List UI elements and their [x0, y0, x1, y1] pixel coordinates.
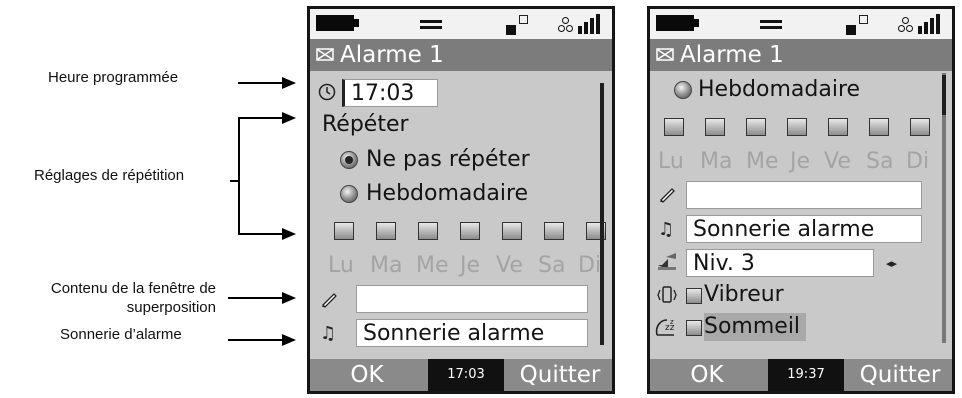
day-checkbox-je[interactable]	[460, 222, 480, 240]
day-checkbox-lu[interactable]	[664, 118, 684, 136]
menu-icon	[420, 20, 442, 29]
volume-icon	[656, 251, 678, 277]
ringtone-field[interactable]: Sonnerie alarme	[356, 319, 588, 347]
soft-key-bar: OK 19:37 Quitter	[650, 359, 952, 391]
status-bar	[310, 9, 612, 39]
volume-field[interactable]: Niv. 3	[686, 249, 874, 277]
music-note-icon: ♫	[320, 323, 337, 344]
day-checkbox-lu[interactable]	[334, 222, 354, 240]
pencil-icon	[320, 290, 338, 314]
popup-content-input[interactable]	[356, 285, 588, 313]
day-label-lu: Lu	[658, 149, 684, 174]
clock-icon	[318, 83, 336, 107]
day-checkbox-me[interactable]	[418, 222, 438, 240]
day-label-je: Je	[790, 149, 811, 174]
battery-icon	[656, 15, 699, 31]
quit-button[interactable]: Quitter	[508, 359, 612, 391]
day-label-di: Di	[906, 149, 930, 174]
repeat-label: Répéter	[322, 112, 409, 137]
scrollbar[interactable]	[600, 83, 604, 345]
day-label-ma: Ma	[370, 253, 403, 278]
day-label-ma: Ma	[700, 149, 733, 174]
bracket-dash	[230, 180, 238, 182]
ringtone-field[interactable]: Sonnerie alarme	[686, 215, 922, 243]
callout-contenu-line2: superposition	[126, 299, 216, 316]
arrow-heure	[238, 77, 296, 89]
day-checkbox-ve[interactable]	[502, 222, 522, 240]
alarm-icon	[316, 48, 334, 61]
status-clock: 17:03	[428, 359, 504, 391]
window-title: Alarme 1	[680, 42, 784, 68]
arrow-repetition-top	[238, 112, 296, 124]
battery-icon	[316, 15, 359, 31]
pencil-icon	[658, 185, 676, 209]
day-label-sa: Sa	[866, 149, 894, 174]
snooze-icon: zz z	[654, 317, 678, 345]
ok-button[interactable]: OK	[650, 359, 764, 391]
callout-contenu-fenetre: Contenu de la fenêtre de superposition	[6, 279, 216, 317]
title-bar: Alarme 1	[650, 39, 952, 71]
arrow-repetition-bottom	[238, 228, 296, 240]
scrollbar-thumb[interactable]	[942, 75, 946, 115]
day-checkbox-sa[interactable]	[869, 118, 889, 136]
day-checkbox-ve[interactable]	[828, 118, 848, 136]
menu-icon	[760, 20, 782, 29]
popup-content-input[interactable]	[686, 181, 922, 209]
callout-contenu-line1: Contenu de la fenêtre de	[50, 280, 216, 297]
snooze-label: Sommeil	[704, 313, 807, 341]
day-label-ve: Ve	[824, 149, 851, 174]
option-weekly-label: Hebdomadaire	[698, 77, 861, 102]
day-label-di: Di	[578, 253, 602, 278]
quit-button[interactable]: Quitter	[848, 359, 952, 391]
radio-no-repeat[interactable]	[340, 151, 358, 169]
arrow-contenu	[228, 292, 296, 304]
vibrate-label: Vibreur	[704, 282, 784, 307]
option-no-repeat-label: Ne pas répéter	[366, 147, 530, 172]
signal-icon	[558, 13, 606, 35]
callout-reglages-repetition: Réglages de répétition	[34, 167, 185, 184]
time-input[interactable]: 17:03	[342, 79, 438, 107]
window-title: Alarme 1	[340, 42, 444, 68]
vibrate-icon	[656, 285, 678, 311]
day-label-me: Me	[746, 149, 779, 174]
status-clock: 19:37	[768, 359, 844, 391]
day-label-je: Je	[460, 253, 481, 278]
status-bar	[650, 9, 952, 39]
left-right-arrows-icon[interactable]: ◂▸	[886, 253, 897, 275]
radio-weekly[interactable]	[340, 185, 358, 203]
alarm-icon	[656, 48, 674, 61]
phone-screen-left: Alarme 1 17:03 Répéter Ne pas répéter He…	[307, 6, 615, 394]
day-checkbox-ma[interactable]	[705, 118, 725, 136]
day-checkbox-je[interactable]	[787, 118, 807, 136]
network-icon	[506, 15, 528, 35]
callout-sonnerie: Sonnerie d’alarme	[60, 326, 182, 343]
title-bar: Alarme 1	[310, 39, 612, 71]
radio-weekly[interactable]	[674, 81, 692, 99]
ok-button[interactable]: OK	[310, 359, 424, 391]
day-label-me: Me	[416, 253, 449, 278]
soft-key-bar: OK 17:03 Quitter	[310, 359, 612, 391]
day-label-ve: Ve	[496, 253, 523, 278]
day-checkbox-di[interactable]	[910, 118, 930, 136]
vibrate-checkbox[interactable]	[686, 288, 702, 304]
day-label-sa: Sa	[538, 253, 566, 278]
day-checkbox-sa[interactable]	[544, 222, 564, 240]
phone-screen-right: Alarme 1 Hebdomadaire Lu Ma Me Je Ve Sa …	[647, 6, 955, 394]
signal-icon	[898, 13, 946, 35]
network-icon	[846, 15, 868, 35]
option-weekly-label: Hebdomadaire	[366, 181, 529, 206]
music-note-icon: ♫	[658, 219, 675, 240]
day-checkbox-ma[interactable]	[376, 222, 396, 240]
svg-text:z: z	[670, 318, 674, 326]
day-checkbox-me[interactable]	[746, 118, 766, 136]
callout-heure-programmee: Heure programmée	[48, 69, 179, 86]
bracket-vertical	[238, 117, 240, 235]
snooze-checkbox[interactable]	[686, 320, 702, 336]
arrow-sonnerie	[228, 334, 296, 346]
day-label-lu: Lu	[328, 253, 354, 278]
